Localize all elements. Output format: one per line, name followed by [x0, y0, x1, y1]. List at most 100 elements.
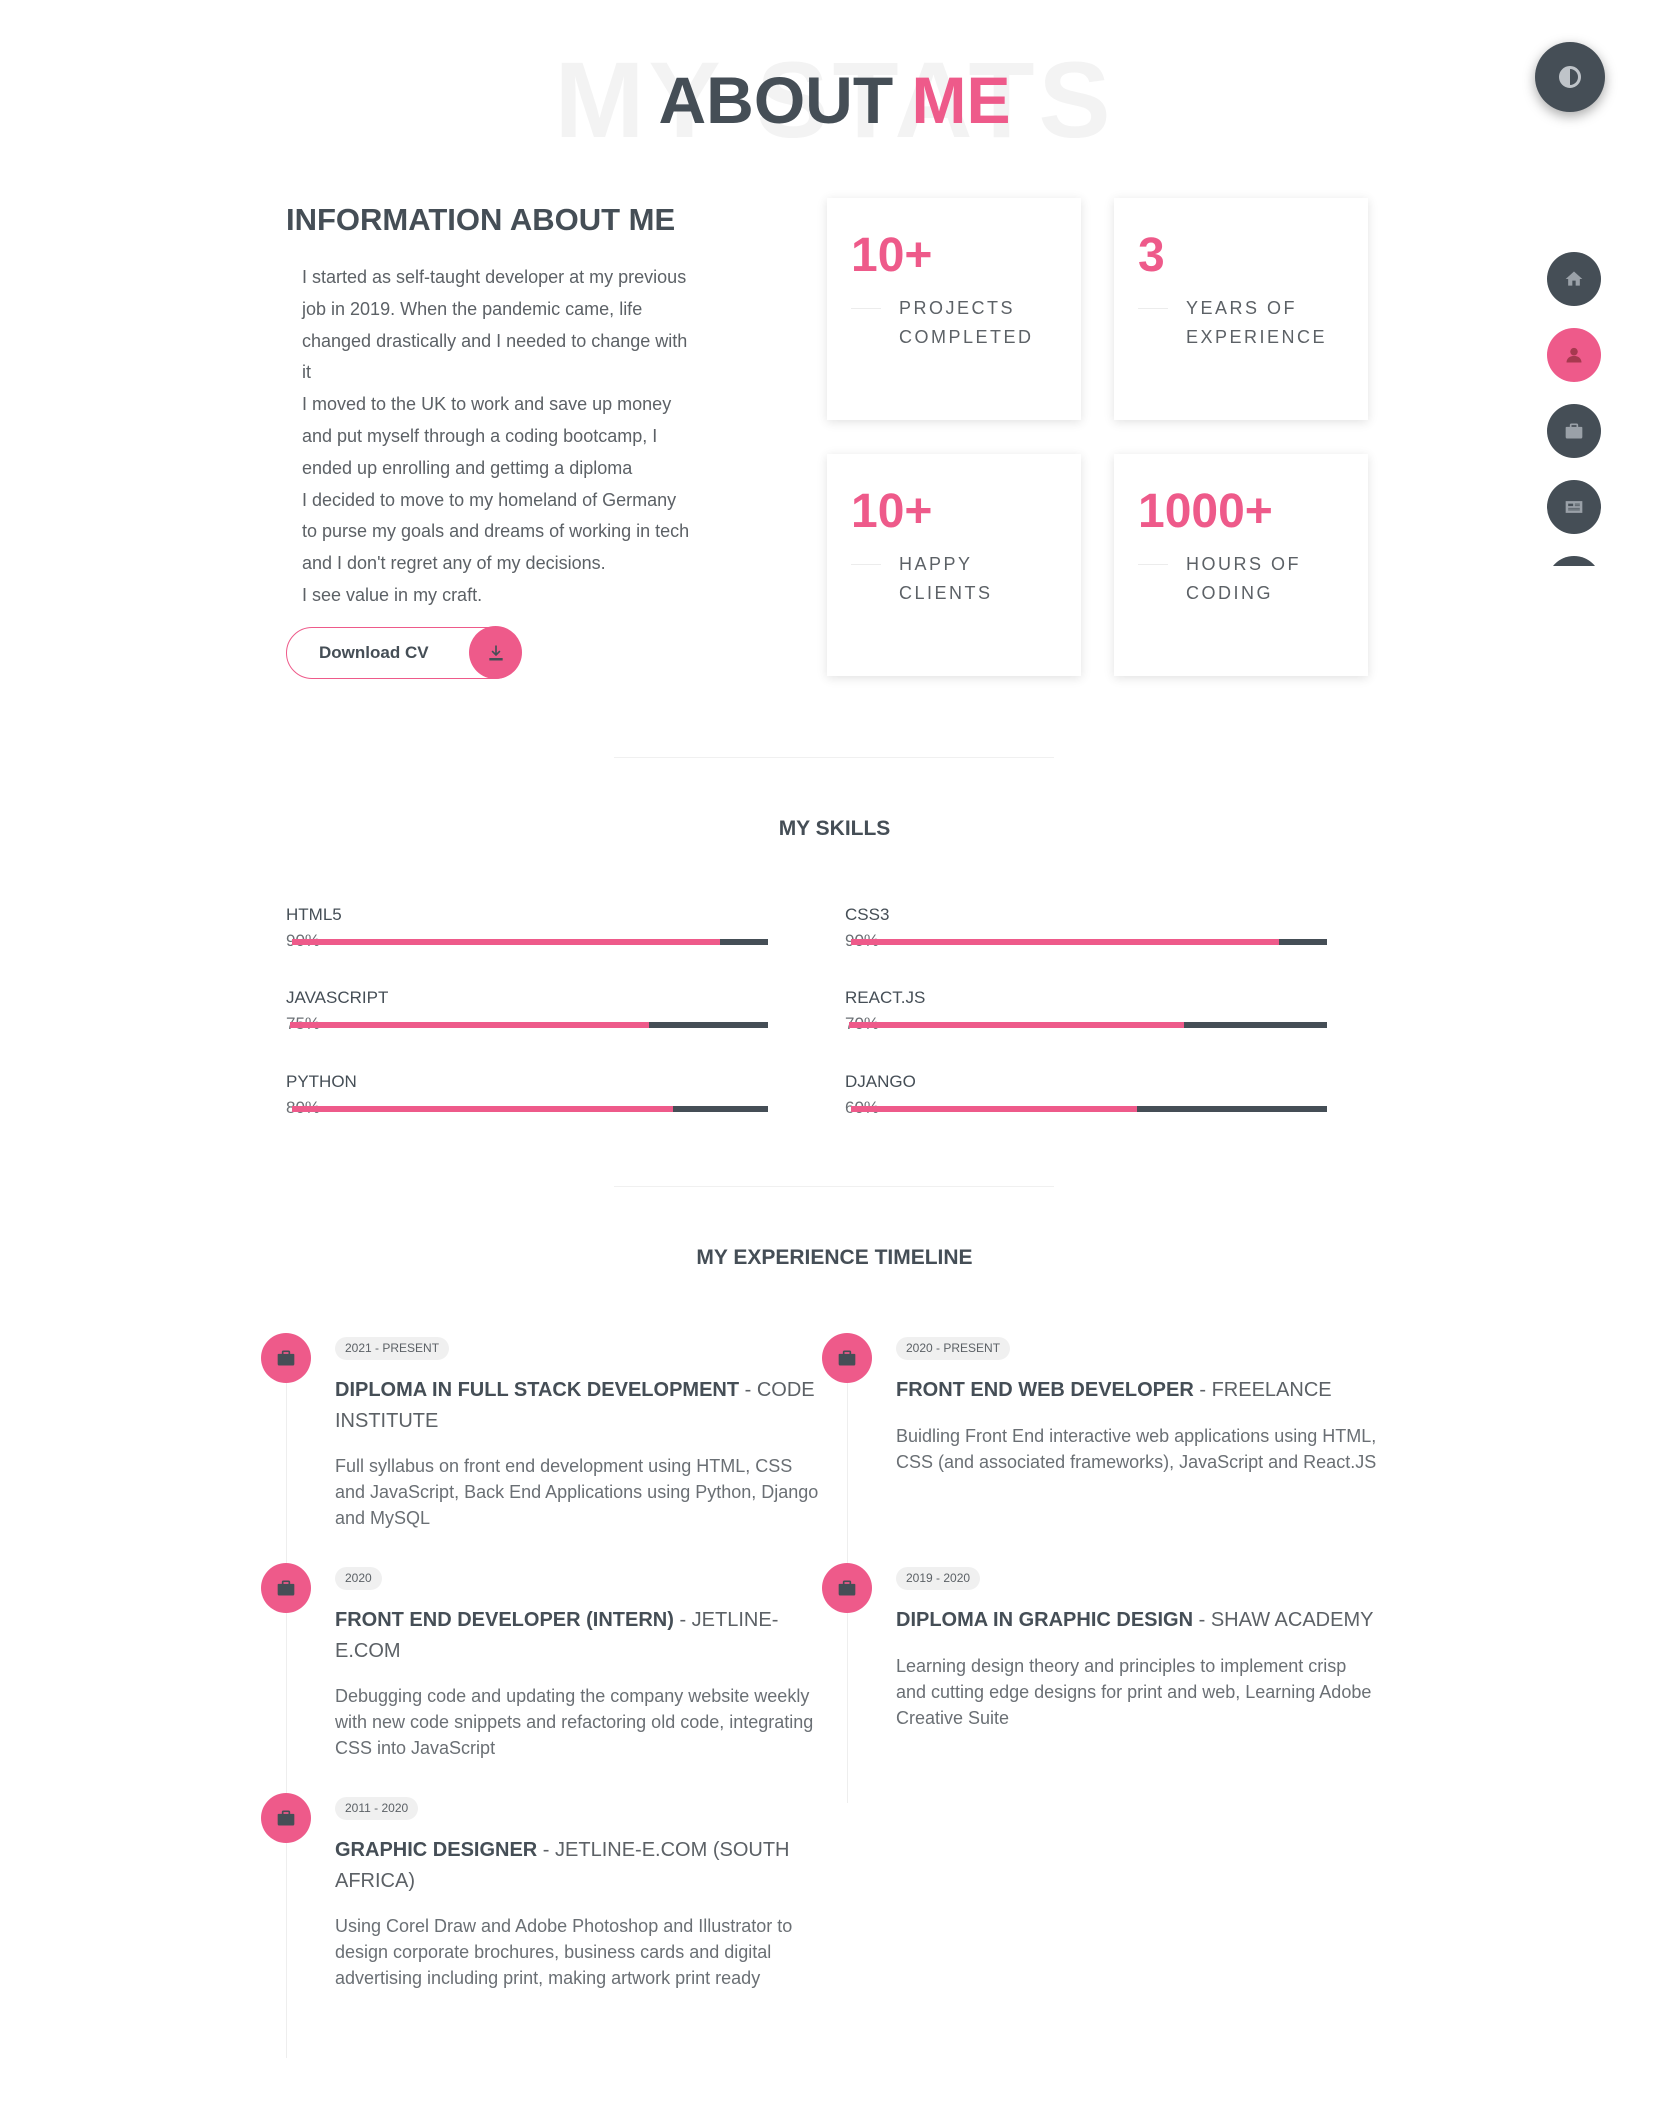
- timeline-line: [847, 1373, 848, 1573]
- nav-contact-button[interactable]: [1547, 556, 1601, 566]
- stat-label: HAPPY CLIENTS: [899, 550, 1069, 608]
- skill-item: REACT.JS 70%: [845, 988, 1327, 1038]
- skill-progress-bar: [851, 939, 1327, 945]
- newspaper-icon: [1565, 501, 1583, 513]
- stat-card-hours: 1000+ HOURS OF CODING: [1114, 454, 1368, 676]
- stat-divider: [1138, 564, 1168, 565]
- info-line: I started as self-taught developer at my…: [302, 267, 687, 287]
- skill-progress-fill: [292, 939, 721, 945]
- timeline-date: 2021 - PRESENT: [335, 1337, 450, 1360]
- download-icon: [488, 645, 503, 660]
- theme-toggle-button[interactable]: [1535, 42, 1605, 112]
- skill-name: PYTHON: [286, 1072, 357, 1091]
- stat-divider: [1138, 308, 1168, 309]
- timeline-line: [286, 1833, 287, 2058]
- info-line: I see value in my craft.: [302, 584, 483, 605]
- info-line: to purse my goals and dreams of working …: [302, 521, 690, 542]
- skill-progress-fill: [290, 1022, 649, 1028]
- skill-progress-fill: [851, 939, 1280, 945]
- timeline-icon: [261, 1563, 311, 1613]
- section-divider: [614, 757, 1054, 758]
- stat-value: 1000+: [1138, 485, 1273, 538]
- timeline-icon: [822, 1563, 872, 1613]
- stat-label-line: CODING: [1186, 583, 1273, 603]
- skill-progress-fill: [851, 1106, 1137, 1112]
- skill-item: JAVASCRIPT 75%: [286, 988, 768, 1038]
- stat-label-line: EXPERIENCE: [1186, 327, 1328, 347]
- timeline-description: Learning design theory and principles to…: [896, 1656, 1372, 1728]
- skill-item: PYTHON 80%: [286, 1072, 768, 1122]
- timeline-role: FRONT END WEB DEVELOPER: [896, 1379, 1194, 1401]
- skill-progress-bar: [849, 1022, 1327, 1028]
- skill-name: DJANGO: [845, 1072, 916, 1091]
- download-cv-label: Download CV: [319, 643, 429, 662]
- timeline-date: 2011 - 2020: [335, 1797, 419, 1820]
- timeline-heading: GRAPHIC DESIGNER - JETLINE-E.COM (SOUTH …: [335, 1835, 820, 1897]
- timeline-description: Debugging code and updating the company …: [335, 1686, 814, 1758]
- download-cv-button[interactable]: Download CV: [286, 626, 522, 679]
- stat-label-line: HAPPY: [899, 554, 973, 574]
- timeline-icon: [261, 1793, 311, 1843]
- nav-home-button[interactable]: [1547, 252, 1601, 306]
- stat-label: PROJECTS COMPLETED: [899, 294, 1069, 352]
- page-title-text: ABOUT ME: [0, 56, 1669, 144]
- timeline-item: 2020 - PRESENT FRONT END WEB DEVELOPER -…: [822, 1333, 1382, 1573]
- info-line: it: [302, 362, 311, 383]
- info-line: I decided to move to my homeland of Germ…: [302, 489, 677, 510]
- info-line: ended up enrolling and gettimg a diploma: [302, 457, 633, 478]
- briefcase-icon: [838, 1580, 856, 1596]
- nav-about-button[interactable]: [1547, 328, 1601, 382]
- skill-item: HTML5 90%: [286, 905, 768, 955]
- info-line: I moved to the UK to work and save up mo…: [302, 394, 672, 415]
- timeline-date: 2019 - 2020: [896, 1567, 981, 1590]
- about-page: MY STATS ABOUT ME INFORMATION ABOUT ME I…: [0, 0, 1669, 2122]
- stat-label-line: CLIENTS: [899, 583, 993, 603]
- timeline-icon: [261, 1333, 311, 1383]
- stat-label: YEARS OF EXPERIENCE: [1186, 294, 1356, 352]
- skill-name: HTML5: [286, 905, 342, 924]
- stat-label-line: COMPLETED: [899, 327, 1034, 347]
- timeline-role: DIPLOMA IN GRAPHIC DESIGN: [896, 1609, 1194, 1631]
- briefcase-icon: [277, 1810, 295, 1826]
- timeline-line: [286, 1373, 287, 1573]
- skill-progress-bar: [851, 1106, 1327, 1112]
- section-divider: [614, 1186, 1054, 1187]
- timeline-role: DIPLOMA IN FULL STACK DEVELOPMENT: [335, 1379, 740, 1401]
- stat-card-experience: 3 YEARS OF EXPERIENCE: [1114, 198, 1368, 420]
- skill-item: DJANGO 60%: [845, 1072, 1327, 1122]
- timeline-line: [286, 1603, 287, 1803]
- timeline-heading: FRONT END DEVELOPER (INTERN) - JETLINE-E…: [335, 1605, 820, 1667]
- page-title: MY STATS ABOUT ME: [0, 46, 1669, 154]
- briefcase-icon: [838, 1350, 856, 1366]
- timeline-line: [847, 1603, 848, 1803]
- timeline-item: 2021 - PRESENT DIPLOMA IN FULL STACK DEV…: [261, 1333, 821, 1573]
- download-icon-badge: [469, 626, 522, 679]
- timeline-description: Buidling Front End interactive web appli…: [896, 1426, 1377, 1472]
- timeline-item: 2011 - 2020 GRAPHIC DESIGNER - JETLINE-E…: [261, 1793, 821, 2058]
- stat-label-line: YEARS OF: [1186, 298, 1298, 318]
- timeline-organization: - SHAW ACADEMY: [1193, 1609, 1374, 1631]
- info-line: and put myself through a coding bootcamp…: [302, 425, 658, 446]
- nav-blog-button[interactable]: [1547, 480, 1601, 534]
- nav-portfolio-button[interactable]: [1547, 404, 1601, 458]
- side-navigation: [1547, 252, 1603, 566]
- skill-progress-fill: [849, 1022, 1184, 1028]
- stat-value: 10+: [851, 485, 933, 538]
- home-icon: [1565, 271, 1583, 286]
- stat-card-clients: 10+ HAPPY CLIENTS: [827, 454, 1081, 676]
- timeline-heading: FRONT END WEB DEVELOPER - FREELANCE: [896, 1375, 1381, 1406]
- half-circle-icon: [1559, 66, 1581, 88]
- page-title-accent: ME: [911, 63, 1011, 137]
- info-line: job in 2019. When the pandemic came, lif…: [302, 298, 643, 319]
- timeline-heading: DIPLOMA IN FULL STACK DEVELOPMENT - CODE…: [335, 1375, 820, 1437]
- skill-item: CSS3 90%: [845, 905, 1327, 955]
- briefcase-icon: [277, 1350, 295, 1366]
- briefcase-icon: [277, 1580, 295, 1596]
- stat-label-line: HOURS OF: [1186, 554, 1302, 574]
- stat-value: 10+: [851, 229, 933, 282]
- stat-label: HOURS OF CODING: [1186, 550, 1356, 608]
- skill-name: REACT.JS: [845, 988, 926, 1007]
- timeline-item: 2020 FRONT END DEVELOPER (INTERN) - JETL…: [261, 1563, 821, 1803]
- skill-name: JAVASCRIPT: [286, 988, 389, 1007]
- skill-progress-bar: [290, 1022, 768, 1028]
